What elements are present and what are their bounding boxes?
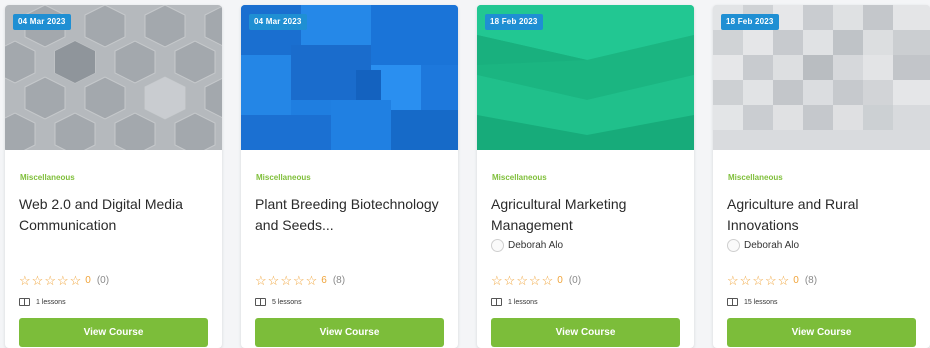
date-badge: 18 Feb 2023 [721,14,779,30]
course-card[interactable]: 04 Mar 2023 Miscellaneous Web 2.0 and Di… [5,5,222,348]
rating-count: (8) [332,275,346,286]
book-icon [19,298,30,306]
rating-count: (0) [96,275,110,286]
star-icon: ☆ [56,273,69,288]
star-icon: ☆ [503,273,516,288]
book-icon [255,298,266,306]
course-rating: ☆ ☆ ☆ ☆ ☆ 6 (8) [255,274,345,287]
lessons-info: 1 lessons [491,298,538,306]
course-title[interactable]: Web 2.0 and Digital Media Communication [19,194,208,236]
star-icon: ☆ [528,273,541,288]
course-rating: ☆ ☆ ☆ ☆ ☆ 0 (0) [19,274,109,287]
course-thumbnail[interactable]: 18 Feb 2023 [477,5,694,150]
avatar-icon [727,239,740,252]
star-icon: ☆ [255,273,267,288]
view-course-button[interactable]: View Course [255,318,444,347]
view-course-button[interactable]: View Course [19,318,208,347]
course-instructor[interactable]: Deborah Alo [727,239,799,252]
star-icon: ☆ [69,273,82,288]
course-thumbnail[interactable]: 18 Feb 2023 [713,5,930,150]
instructor-name[interactable]: Deborah Alo [508,240,563,251]
course-body: Miscellaneous Plant Breeding Biotechnolo… [255,150,444,348]
rating-count: (8) [804,275,818,286]
lessons-count: 1 lessons [508,298,538,306]
course-title[interactable]: Agricultural Marketing Management [491,194,680,236]
course-category[interactable]: Miscellaneous [20,173,75,182]
course-category[interactable]: Miscellaneous [728,173,783,182]
lessons-count: 15 lessons [744,298,778,306]
lessons-info: 15 lessons [727,298,777,306]
star-icon: ☆ [31,273,44,288]
view-course-button[interactable]: View Course [491,318,680,347]
star-icon: ☆ [752,273,764,288]
course-card[interactable]: 04 Mar 2023 Miscellaneous Plant Breeding… [241,5,458,348]
course-body: Miscellaneous Web 2.0 and Digital Media … [19,150,208,348]
rating-score: 6 [321,275,327,286]
view-course-button[interactable]: View Course [727,318,916,347]
star-icon: ☆ [739,273,752,288]
course-card[interactable]: 18 Feb 2023 Miscellaneous Agricultural M… [477,5,694,348]
star-icon: ☆ [516,273,528,288]
book-icon [491,298,502,306]
rating-score: 0 [85,275,91,286]
star-icon: ☆ [19,273,31,288]
star-icon: ☆ [305,273,318,288]
course-category[interactable]: Miscellaneous [256,173,311,182]
star-icon: ☆ [267,273,280,288]
course-body: Miscellaneous Agriculture and Rural Inno… [727,150,916,348]
course-category[interactable]: Miscellaneous [492,173,547,182]
lessons-count: 5 lessons [272,298,302,306]
course-instructor[interactable]: Deborah Alo [491,239,563,252]
course-title[interactable]: Agriculture and Rural Innovations [727,194,916,236]
course-card[interactable]: 18 Feb 2023 Miscellaneous Agriculture an… [713,5,930,348]
course-rating: ☆ ☆ ☆ ☆ ☆ 0 (8) [727,274,817,287]
rating-count: (0) [568,275,582,286]
avatar-icon [491,239,504,252]
lessons-info: 5 lessons [255,298,302,306]
star-icon: ☆ [44,273,56,288]
date-badge: 18 Feb 2023 [485,14,543,30]
course-thumbnail[interactable]: 04 Mar 2023 [241,5,458,150]
course-thumbnail[interactable]: 04 Mar 2023 [5,5,222,150]
date-badge: 04 Mar 2023 [13,14,71,30]
book-icon [727,298,738,306]
star-icon: ☆ [541,273,554,288]
rating-score: 0 [557,275,563,286]
lessons-count: 1 lessons [36,298,66,306]
lessons-info: 1 lessons [19,298,66,306]
star-icon: ☆ [764,273,777,288]
course-grid: 04 Mar 2023 Miscellaneous Web 2.0 and Di… [5,5,930,348]
course-body: Miscellaneous Agricultural Marketing Man… [491,150,680,348]
star-icon: ☆ [292,273,305,288]
star-icon: ☆ [727,273,739,288]
course-rating: ☆ ☆ ☆ ☆ ☆ 0 (0) [491,274,581,287]
star-icon: ☆ [280,273,292,288]
rating-score: 0 [793,275,799,286]
course-title[interactable]: Plant Breeding Biotechnology and Seeds..… [255,194,444,236]
star-icon: ☆ [777,273,790,288]
date-badge: 04 Mar 2023 [249,14,307,30]
instructor-name[interactable]: Deborah Alo [744,240,799,251]
star-icon: ☆ [491,273,503,288]
